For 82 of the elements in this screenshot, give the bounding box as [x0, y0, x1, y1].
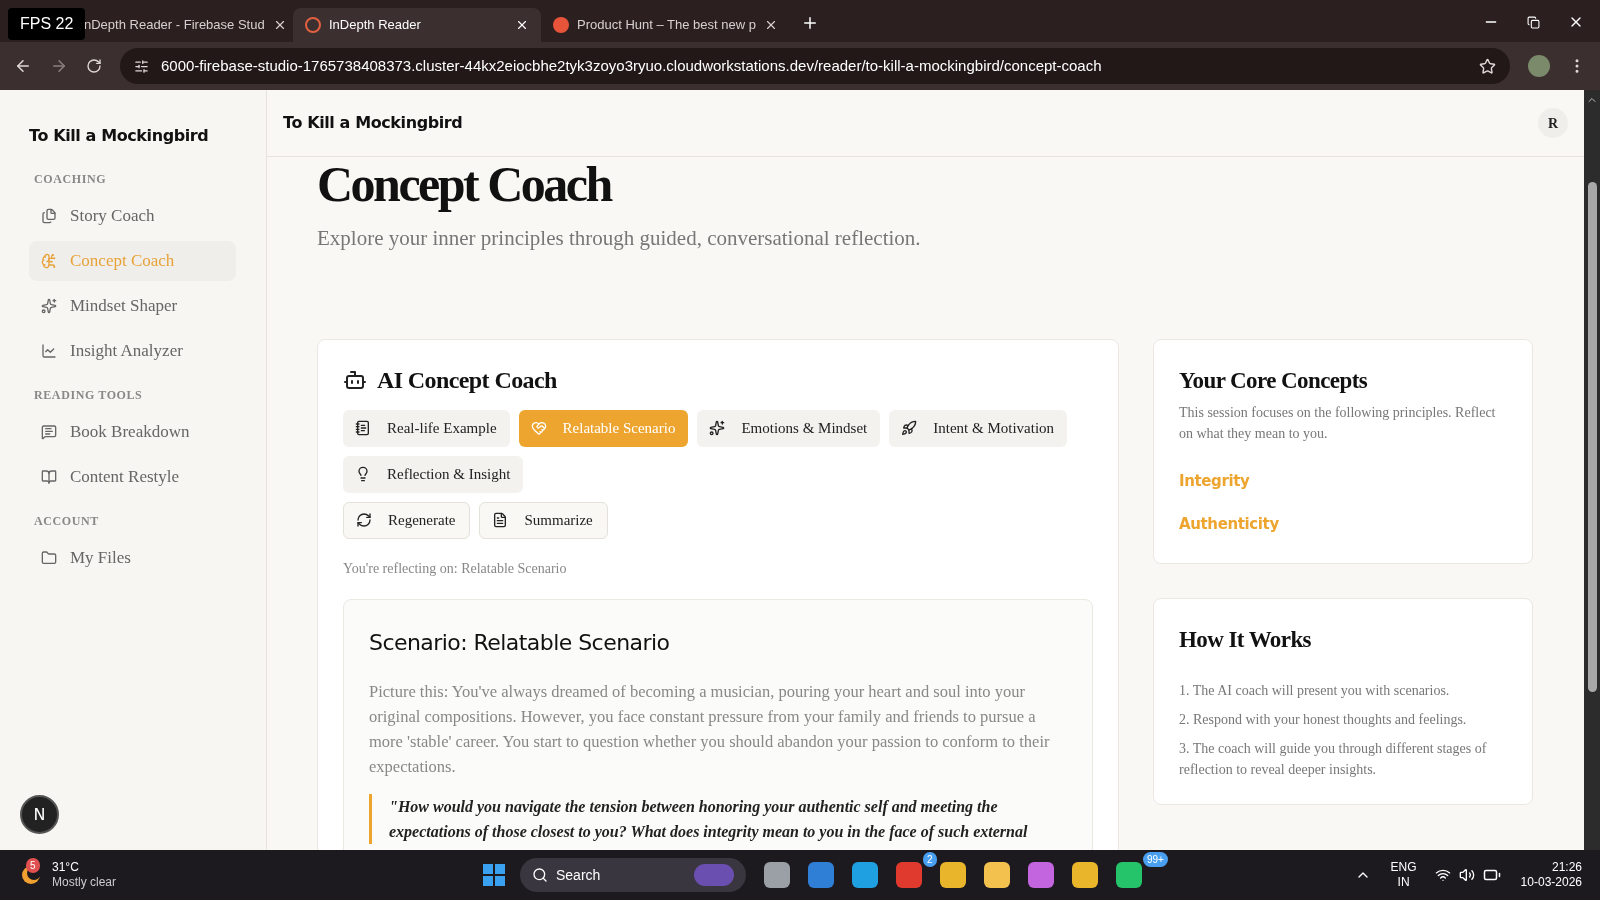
back-icon[interactable]	[14, 57, 32, 75]
sidebar-item[interactable]: Content Restyle	[29, 457, 236, 497]
concept-label: Integrity	[1179, 471, 1251, 492]
mode-button[interactable]: Real-life Example	[343, 409, 510, 447]
page-subtitle: Explore your inner principles through guided, conversational reflection.	[317, 225, 922, 252]
notification-badge: 99+	[1143, 852, 1168, 867]
tab-title: InDepth Reader	[329, 16, 422, 35]
reflection-question: "How would you navigate the tension between honoring your authentic self and meeting the expectations of those closest to you? What does integrity mean to you in the face of such external	[369, 793, 1067, 844]
refresh-icon	[356, 512, 372, 528]
pages-icon	[41, 208, 57, 224]
volume-icon[interactable]	[1458, 867, 1475, 883]
close-icon[interactable]	[515, 18, 529, 32]
reload-icon[interactable]	[86, 58, 102, 74]
dev-badge[interactable]: N	[20, 795, 59, 834]
action-button[interactable]: Regenerate	[343, 501, 471, 539]
search-icon	[532, 867, 548, 883]
mode-button[interactable]: Emotions & Mindset	[697, 409, 881, 447]
tab-favicon-icon	[305, 17, 321, 33]
notebook-icon	[355, 420, 371, 436]
restore-icon[interactable]	[1527, 15, 1540, 29]
sparkle-icon	[41, 298, 57, 314]
wifi-icon[interactable]	[1434, 867, 1451, 883]
rocket-icon	[901, 420, 918, 436]
language-text: ENG	[1390, 860, 1417, 875]
new-tab-icon[interactable]	[801, 14, 819, 32]
book-title: To Kill a Mockingbird	[29, 125, 210, 147]
notification-badge: 5	[26, 858, 40, 873]
heart-hand-icon	[530, 420, 547, 436]
tab-title: Product Hunt – The best new p	[577, 16, 756, 35]
site-info-icon[interactable]	[134, 58, 149, 74]
section-heading: COACHING	[33, 171, 108, 188]
temperature-text: 31°C	[52, 860, 80, 875]
sparkle-icon	[709, 420, 726, 436]
url-text: 6000-firebase-studio-1765738408373.cluster-44kx2eiocbhe2tyk3zoyo3ryuo.cloudworkstations.dev/reader/to-kill-a-mockingbird/concept-coach	[161, 55, 1103, 76]
sidebar-item[interactable]: Mindset Shaper	[29, 286, 236, 326]
card-title: AI Concept Coach	[377, 365, 557, 395]
mode-button[interactable]: Intent & Motivation	[889, 409, 1068, 447]
notification-badge: 2	[923, 852, 937, 867]
scenario-body: Picture this: You've always dreamed of becoming a musician, pouring your heart and soul into your original compositions. However, you face constant pressure from your family and friends to pursue a more 'stable' career. You start to question whether you should abandon your passion to conform to their expectations.	[369, 680, 1051, 778]
profile-avatar[interactable]	[1528, 55, 1550, 77]
section-heading: ACCOUNT	[33, 513, 100, 530]
chart-icon	[41, 343, 57, 359]
sidebar-item[interactable]: Story Coach	[29, 196, 236, 236]
weather-condition: Mostly clear	[52, 875, 116, 890]
close-icon[interactable]	[764, 18, 778, 32]
sidebar-item[interactable]: Insight Analyzer	[29, 331, 236, 371]
mode-button[interactable]: Reflection & Insight	[343, 455, 524, 493]
action-button[interactable]: Summarize	[479, 501, 608, 539]
header-title: To Kill a Mockingbird	[283, 112, 463, 134]
card-title: How It Works	[1179, 626, 1312, 654]
card-title: Your Core Concepts	[1179, 366, 1369, 395]
search-field[interactable]: Search	[520, 858, 746, 892]
fps-overlay: FPS 22	[8, 8, 86, 40]
scrollbar[interactable]	[1584, 90, 1600, 850]
clock-time: 21:26	[1551, 860, 1582, 875]
brain-icon	[41, 253, 57, 269]
concept-label: Authenticity	[1179, 513, 1280, 535]
sidebar-item[interactable]: Book Breakdown	[29, 412, 236, 452]
browser-tab[interactable]: Product Hunt – The best new p	[541, 8, 789, 42]
step-text: 3. The coach will guide you through different stages of reflection to reveal deeper insights.	[1179, 739, 1488, 779]
region-text: IN	[1397, 875, 1410, 890]
reflecting-on-text: You're reflecting on: Relatable Scenario	[343, 559, 568, 578]
sidebar-item[interactable]: My Files	[29, 538, 236, 578]
address-bar[interactable]: 6000-firebase-studio-1765738408373.cluster-44kx2eiocbhe2tyk3zoyo3ryuo.cloudworkstations.dev/reader/to-kill-a-mockingbird/concept-coach	[120, 48, 1510, 84]
user-avatar[interactable]: R	[1538, 108, 1568, 138]
lightbulb-icon	[355, 466, 371, 482]
document-icon	[492, 512, 509, 528]
chat-icon	[41, 424, 57, 440]
scenario-title: Scenario: Relatable Scenario	[369, 628, 671, 657]
tab-title: nDepth Reader - Firebase Stud	[84, 16, 265, 35]
card-description: This session focuses on the following principles. Reflect on what they mean to you.	[1179, 404, 1497, 443]
tab-favicon-icon	[553, 17, 569, 33]
bookmark-icon[interactable]	[1479, 57, 1496, 75]
clock-date: 10-03-2026	[1520, 875, 1582, 890]
scroll-thumb[interactable]	[1587, 182, 1597, 692]
book-icon	[41, 469, 57, 485]
step-text: 2. Respond with your honest thoughts and feelings.	[1179, 710, 1468, 729]
start-icon[interactable]	[482, 863, 506, 887]
section-heading: READING TOOLS	[33, 387, 144, 404]
forward-icon[interactable]	[50, 57, 68, 75]
browser-tab[interactable]: InDepth Reader	[293, 8, 541, 42]
step-text: 1. The AI coach will present you with scenarios.	[1179, 681, 1451, 700]
